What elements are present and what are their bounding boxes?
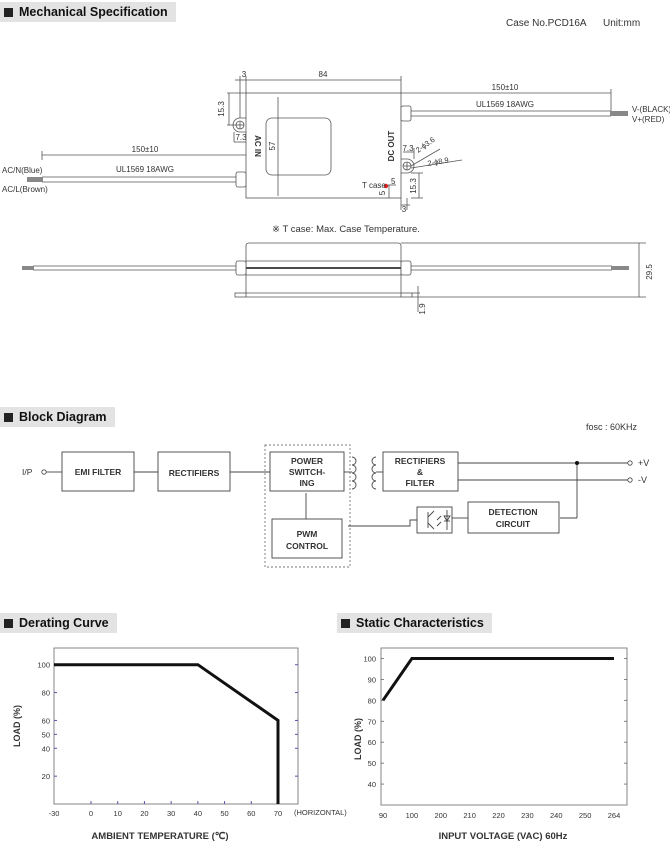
static-plot-frame bbox=[380, 647, 628, 806]
static-y-tick-label: 40 bbox=[368, 780, 376, 789]
static-x-tick-label: 250 bbox=[579, 811, 592, 820]
static-xlabel: INPUT VOLTAGE (VAC) 60Hz bbox=[439, 831, 568, 842]
static-chart: 90 100 200 210 220 230 240 250 264 100 90 80 70 60 50 4… bbox=[353, 647, 628, 842]
static-y-tick-label: 60 bbox=[368, 738, 376, 747]
static-y-tick-label: 80 bbox=[368, 696, 376, 705]
static-ylabel: LOAD (%) bbox=[353, 718, 363, 760]
static-x-tick-label: 230 bbox=[521, 811, 534, 820]
static-x-tick-label: 264 bbox=[608, 811, 621, 820]
static-x-tick-label: 220 bbox=[492, 811, 505, 820]
static-x-tick-label: 210 bbox=[463, 811, 476, 820]
static-y-tick-label: 100 bbox=[363, 654, 376, 663]
static-x-tick-label: 240 bbox=[550, 811, 563, 820]
static-y-tick-label: 70 bbox=[368, 717, 376, 726]
static-series-line bbox=[381, 657, 614, 702]
static-x-tick-label: 200 bbox=[434, 811, 447, 820]
static-y-tick-label: 50 bbox=[368, 759, 376, 768]
static-y-tick-label: 90 bbox=[368, 675, 376, 684]
static-x-tick-label: 90 bbox=[379, 811, 387, 820]
static-x-tick-label: 100 bbox=[406, 811, 419, 820]
